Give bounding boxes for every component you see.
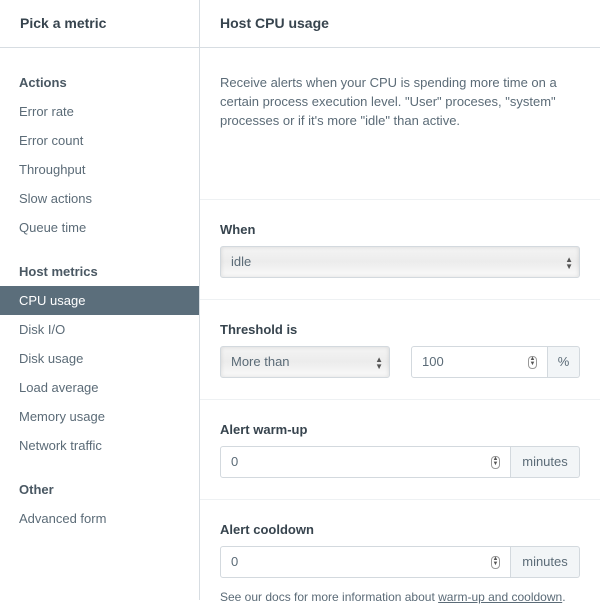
when-label: When xyxy=(220,222,256,237)
sidebar-item-error-rate[interactable]: Error rate xyxy=(0,97,199,126)
docs-note: See our docs for more information about … xyxy=(220,588,580,607)
cooldown-label: Alert cooldown xyxy=(220,522,314,537)
threshold-label: Threshold is xyxy=(220,322,298,337)
sidebar-item-slow-actions[interactable]: Slow actions xyxy=(0,184,199,213)
sidebar-item-memory-usage[interactable]: Memory usage xyxy=(0,402,199,431)
sidebar-item-cpu-usage[interactable]: CPU usage xyxy=(0,286,199,315)
page-title: Host CPU usage xyxy=(200,0,600,48)
description: Receive alerts when your CPU is spending… xyxy=(200,48,600,200)
threshold-value: 100 xyxy=(422,354,444,369)
warmup-unit: minutes xyxy=(511,446,580,478)
threshold-input[interactable]: 100 ▲ ▼ xyxy=(411,346,548,378)
select-arrows-icon: ▲ ▼ xyxy=(565,255,573,271)
warmup-label: Alert warm-up xyxy=(220,422,308,437)
cooldown-input[interactable]: 0 ▲ ▼ xyxy=(220,546,511,578)
section-heading: Actions xyxy=(19,75,67,90)
docs-note-text: See our docs for more information about xyxy=(220,590,439,604)
spinner-icon[interactable]: ▲ ▼ xyxy=(491,456,500,469)
cooldown-group: Alert cooldown 0 ▲ ▼ minutes See our docs … xyxy=(200,500,600,604)
section-heading: Host metrics xyxy=(19,264,98,279)
select-arrows-icon: ▲ ▼ xyxy=(375,355,383,371)
docs-link[interactable]: warm-up and cooldown xyxy=(438,590,562,604)
warmup-value: 0 xyxy=(231,454,239,469)
operator-select[interactable]: More than ▲ ▼ xyxy=(220,346,390,378)
sidebar-item-throughput[interactable]: Throughput xyxy=(0,155,199,184)
section-heading: Other xyxy=(19,482,54,497)
main-panel: Host CPU usage Receive alerts when your … xyxy=(200,0,600,604)
sidebar-item-disk-i-o[interactable]: Disk I/O xyxy=(0,315,199,344)
sidebar: Pick a metric Actions Error rate Error cou… xyxy=(0,0,200,600)
sidebar-item-advanced-form[interactable]: Advanced form xyxy=(0,504,199,533)
when-select[interactable]: idle ▲ ▼ xyxy=(220,246,580,278)
warmup-input[interactable]: 0 ▲ ▼ xyxy=(220,446,511,478)
operator-value: More than xyxy=(231,354,290,369)
sidebar-item-disk-usage[interactable]: Disk usage xyxy=(0,344,199,373)
threshold-unit: % xyxy=(548,346,580,378)
threshold-group: Threshold is More than ▲ ▼ 100 ▲ ▼ % xyxy=(200,300,600,400)
sidebar-item-error-count[interactable]: Error count xyxy=(0,126,199,155)
sidebar-item-queue-time[interactable]: Queue time xyxy=(0,213,199,242)
cooldown-unit: minutes xyxy=(511,546,580,578)
warmup-group: Alert warm-up 0 ▲ ▼ minutes xyxy=(200,400,600,500)
spinner-icon[interactable]: ▲ ▼ xyxy=(491,556,500,569)
docs-note-suffix: . xyxy=(562,590,566,604)
sidebar-title: Pick a metric xyxy=(0,0,199,48)
sidebar-item-load-average[interactable]: Load average xyxy=(0,373,199,402)
when-group: When idle ▲ ▼ xyxy=(200,200,600,300)
spinner-icon[interactable]: ▲ ▼ xyxy=(528,356,537,369)
cooldown-value: 0 xyxy=(231,554,239,569)
sidebar-item-network-traffic[interactable]: Network traffic xyxy=(0,431,199,460)
metric-list: Actions Error rate Error count Throughput Sl… xyxy=(0,48,199,533)
when-value: idle xyxy=(231,254,252,269)
